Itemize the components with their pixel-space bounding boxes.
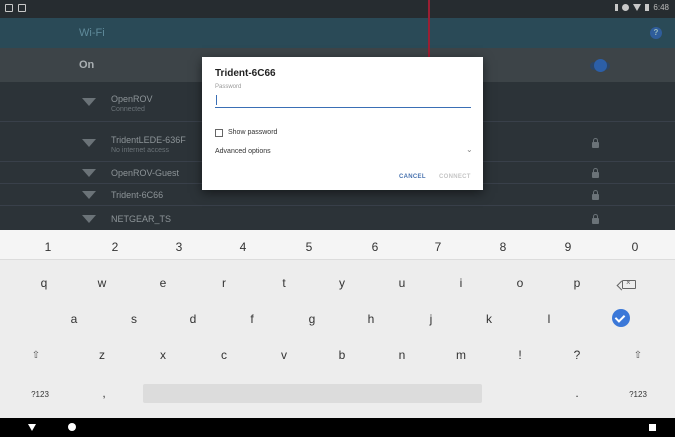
- app-bar: Wi-Fi ?: [0, 18, 675, 48]
- key-o[interactable]: o: [502, 276, 538, 290]
- network-item-netgear[interactable]: NETGEAR_TS: [0, 206, 675, 230]
- key-u[interactable]: u: [384, 276, 420, 290]
- navigation-bar: [0, 418, 675, 437]
- key-l[interactable]: l: [531, 312, 567, 326]
- wifi-signal-icon: [633, 4, 642, 11]
- lock-icon: [592, 138, 599, 148]
- key-7[interactable]: 7: [420, 240, 456, 254]
- key-4[interactable]: 4: [225, 240, 261, 254]
- lock-icon: [592, 168, 599, 178]
- key-a[interactable]: a: [56, 312, 92, 326]
- key-5[interactable]: 5: [291, 240, 327, 254]
- home-icon[interactable]: [68, 423, 76, 431]
- password-label: Password: [215, 84, 242, 90]
- symbols-key-left[interactable]: ?123: [22, 390, 58, 399]
- key-0[interactable]: 0: [617, 240, 653, 254]
- symbols-key-right[interactable]: ?123: [620, 390, 656, 399]
- text-cursor: [216, 95, 217, 105]
- network-name: OpenROV: [111, 94, 153, 104]
- shift-right-key[interactable]: ⇧: [620, 350, 656, 361]
- network-name: OpenROV-Guest: [111, 168, 180, 178]
- dnd-icon: [622, 4, 630, 11]
- recent-apps-icon[interactable]: [649, 424, 656, 431]
- advanced-options-toggle[interactable]: Advanced options: [215, 148, 271, 155]
- wifi-icon: [82, 215, 96, 223]
- key-v[interactable]: v: [266, 348, 302, 362]
- key-question[interactable]: ?: [559, 348, 595, 362]
- help-icon[interactable]: ?: [650, 27, 662, 39]
- lock-icon: [592, 190, 599, 200]
- key-n[interactable]: n: [384, 348, 420, 362]
- key-f[interactable]: f: [234, 312, 270, 326]
- key-m[interactable]: m: [443, 348, 479, 362]
- battery-icon: [645, 4, 650, 11]
- key-j[interactable]: j: [413, 312, 449, 326]
- wifi-switch-thumb[interactable]: [594, 59, 607, 72]
- wifi-icon: [82, 169, 96, 177]
- network-name: TridentLEDE-636F: [111, 135, 186, 145]
- key-6[interactable]: 6: [357, 240, 393, 254]
- password-input[interactable]: [215, 92, 471, 108]
- shift-left-key[interactable]: ⇧: [18, 350, 54, 361]
- key-x[interactable]: x: [145, 348, 181, 362]
- key-g[interactable]: g: [294, 312, 330, 326]
- key-3[interactable]: 3: [161, 240, 197, 254]
- key-q[interactable]: q: [26, 276, 62, 290]
- key-k[interactable]: k: [471, 312, 507, 326]
- key-9[interactable]: 9: [550, 240, 586, 254]
- dialog-title: Trident-6C66: [215, 68, 276, 79]
- status-time: 6:48: [653, 3, 669, 12]
- space-bar[interactable]: [143, 384, 482, 403]
- key-8[interactable]: 8: [485, 240, 521, 254]
- notification-icon: [5, 4, 13, 12]
- key-exclamation[interactable]: !: [502, 348, 538, 362]
- notification-icon: [18, 4, 26, 12]
- wifi-icon: [82, 191, 96, 199]
- key-w[interactable]: w: [84, 276, 120, 290]
- key-p[interactable]: p: [559, 276, 595, 290]
- key-z[interactable]: z: [84, 348, 120, 362]
- key-b[interactable]: b: [324, 348, 360, 362]
- show-password-checkbox[interactable]: [215, 129, 223, 137]
- key-2[interactable]: 2: [97, 240, 133, 254]
- key-c[interactable]: c: [206, 348, 242, 362]
- key-1[interactable]: 1: [30, 240, 66, 254]
- network-status: No internet access: [111, 147, 169, 154]
- wifi-icon: [82, 98, 96, 106]
- key-e[interactable]: e: [145, 276, 181, 290]
- key-i[interactable]: i: [443, 276, 479, 290]
- key-d[interactable]: d: [175, 312, 211, 326]
- cancel-button[interactable]: CANCEL: [399, 174, 426, 180]
- lock-icon: [592, 214, 599, 224]
- wifi-toggle-label: On: [79, 59, 95, 71]
- status-bar: 6:48: [0, 0, 675, 18]
- network-name: NETGEAR_TS: [111, 214, 172, 224]
- key-r[interactable]: r: [206, 276, 242, 290]
- bluetooth-icon: [615, 4, 619, 11]
- key-h[interactable]: h: [353, 312, 389, 326]
- wifi-password-dialog: Trident-6C66 Password Show password Adva…: [202, 57, 483, 190]
- chevron-down-icon[interactable]: ⌄: [466, 145, 473, 154]
- network-status: Connected: [111, 106, 145, 113]
- enter-key[interactable]: [612, 309, 630, 327]
- back-icon[interactable]: [28, 424, 36, 431]
- show-password-label[interactable]: Show password: [228, 129, 277, 136]
- soft-keyboard: 1 2 3 4 5 6 7 8 9 0 q w e r t y u i o p …: [0, 230, 675, 418]
- key-y[interactable]: y: [324, 276, 360, 290]
- page-title: Wi-Fi: [79, 27, 105, 39]
- wifi-icon: [82, 139, 96, 147]
- connect-button[interactable]: CONNECT: [439, 174, 471, 180]
- key-period[interactable]: .: [559, 386, 595, 400]
- backspace-icon[interactable]: [622, 278, 636, 289]
- network-name: Trident-6C66: [111, 190, 164, 200]
- key-s[interactable]: s: [116, 312, 152, 326]
- key-t[interactable]: t: [266, 276, 302, 290]
- key-comma[interactable]: ,: [86, 386, 122, 400]
